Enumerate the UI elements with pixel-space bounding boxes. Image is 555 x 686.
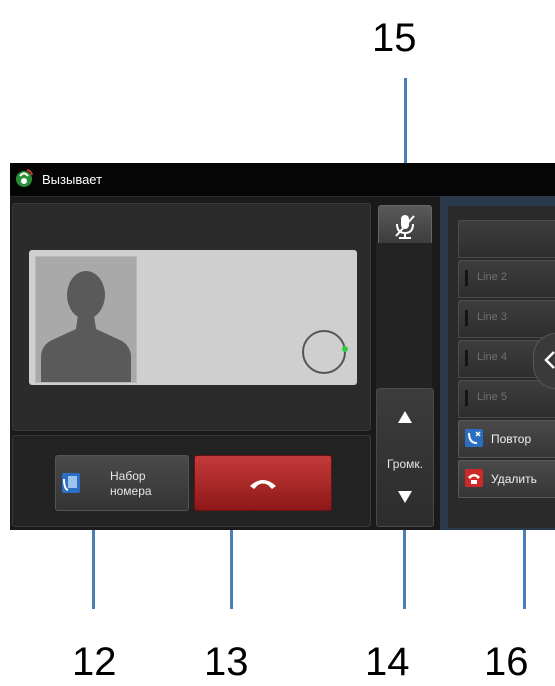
contact-avatar xyxy=(35,256,137,383)
mute-button[interactable] xyxy=(378,205,432,247)
callout-16: 16 xyxy=(484,640,529,684)
volume-up-icon[interactable] xyxy=(398,411,412,423)
phone-call-icon xyxy=(16,169,33,187)
end-call-button[interactable] xyxy=(194,455,332,511)
volume-down-icon[interactable] xyxy=(398,491,412,503)
line-indicator xyxy=(465,350,468,366)
call-progress-ring xyxy=(302,330,348,374)
line-indicator xyxy=(465,390,468,406)
dialpad-icon xyxy=(62,473,80,493)
status-bar: Вызывает xyxy=(10,163,555,197)
callout-12: 12 xyxy=(72,640,117,684)
contact-card xyxy=(29,250,357,385)
line-key-label: Line 3 xyxy=(477,311,507,323)
line-key-label: Line 5 xyxy=(477,391,507,403)
line-key-2[interactable]: Line 2 xyxy=(458,260,555,298)
dial-number-button[interactable]: Набор номера xyxy=(55,455,189,511)
callout-13: 13 xyxy=(204,640,249,684)
delete-icon xyxy=(465,469,483,487)
line-key-label: Line 2 xyxy=(477,271,507,283)
handset-down-icon xyxy=(250,480,276,489)
delete-label: Удалить xyxy=(491,472,537,486)
line-indicator xyxy=(465,310,468,326)
line-indicator xyxy=(465,270,468,286)
line-key-3[interactable]: Line 3 xyxy=(458,300,555,338)
redial-button[interactable]: Повтор xyxy=(458,420,555,458)
mic-muted-icon xyxy=(395,215,415,239)
chevron-left-icon xyxy=(544,351,555,369)
dial-number-label: Набор номера xyxy=(110,469,152,498)
action-panel: Набор номера xyxy=(12,435,371,527)
volume-control: Громк. xyxy=(376,388,434,527)
status-title: Вызывает xyxy=(42,172,103,187)
redial-label: Повтор xyxy=(491,432,532,446)
line-key-1[interactable] xyxy=(458,220,555,258)
phone-screen: Вызывает Набор номера Громк. Line 2 Line… xyxy=(10,163,555,530)
delete-button[interactable]: Удалить xyxy=(458,460,555,498)
contact-panel xyxy=(12,203,371,431)
callout-15: 15 xyxy=(372,16,417,60)
line-key-5[interactable]: Line 5 xyxy=(458,380,555,418)
redial-icon xyxy=(465,429,483,447)
callout-14: 14 xyxy=(365,640,410,684)
line-key-label: Line 4 xyxy=(477,351,507,363)
person-silhouette-icon xyxy=(41,271,131,382)
volume-label: Громк. xyxy=(386,457,423,471)
